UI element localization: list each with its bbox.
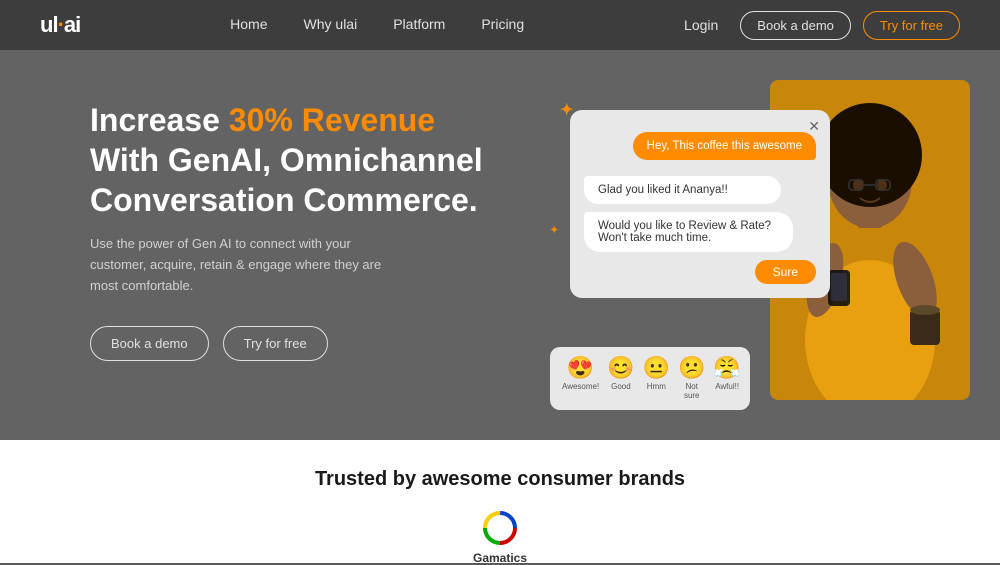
chat-message-2: Glad you liked it Ananya!!: [584, 176, 781, 204]
logo[interactable]: ul·ai: [40, 12, 80, 38]
hero-title-highlight: 30% Revenue: [229, 102, 435, 138]
emoji-awesome-icon: 😍: [567, 357, 594, 379]
gamatics-logo: Gamatics: [473, 509, 527, 565]
hero-book-demo-button[interactable]: Book a demo: [90, 326, 209, 361]
nav-links: Home Why ulai Platform Pricing: [230, 16, 524, 34]
try-free-button[interactable]: Try for free: [863, 11, 960, 40]
emoji-item-good[interactable]: 😊 Good: [607, 357, 634, 400]
navbar: ul·ai Home Why ulai Platform Pricing Log…: [0, 0, 1000, 50]
emoji-hmm-label: Hmm: [647, 382, 666, 391]
nav-actions: Login Book a demo Try for free: [674, 11, 960, 40]
nav-link-pricing[interactable]: Pricing: [481, 16, 524, 32]
hero-try-free-button[interactable]: Try for free: [223, 326, 328, 361]
trusted-title: Trusted by awesome consumer brands: [40, 468, 960, 491]
emoji-good-label: Good: [611, 382, 631, 391]
trusted-section: Trusted by awesome consumer brands Gamat…: [0, 440, 1000, 563]
hero-section: Increase 30% Revenue With GenAI, Omnicha…: [0, 50, 1000, 440]
emoji-item-hmm[interactable]: 😐 Hmm: [643, 357, 670, 400]
book-demo-button[interactable]: Book a demo: [740, 11, 851, 40]
chat-sure-button[interactable]: Sure: [755, 260, 816, 284]
nav-item-whyulai[interactable]: Why ulai: [304, 16, 358, 34]
nav-item-home[interactable]: Home: [230, 16, 267, 34]
hero-title: Increase 30% Revenue With GenAI, Omnicha…: [90, 100, 510, 220]
emoji-awesome-label: Awesome!: [562, 382, 599, 391]
trusted-logos: Gamatics: [40, 509, 960, 565]
emoji-item-awful[interactable]: 😤 Awful!!: [713, 357, 740, 400]
nav-item-pricing[interactable]: Pricing: [481, 16, 524, 34]
close-icon[interactable]: ✕: [808, 118, 820, 135]
emoji-rating-row: 😍 Awesome! 😊 Good 😐 Hmm 😕 Not sure 😤 Awf…: [550, 347, 750, 410]
star-icon-3: ✦: [550, 225, 558, 236]
logo-text: ul·ai: [40, 12, 80, 38]
emoji-notsure-label: Not sure: [678, 382, 705, 400]
hero-buttons: Book a demo Try for free: [90, 326, 510, 361]
emoji-notsure-icon: 😕: [678, 357, 705, 379]
gamatics-ring-icon: [481, 509, 519, 547]
hero-title-prefix: Increase: [90, 102, 229, 138]
nav-link-platform[interactable]: Platform: [393, 16, 445, 32]
hero-left: Increase 30% Revenue With GenAI, Omnicha…: [90, 90, 510, 361]
emoji-item-awesome[interactable]: 😍 Awesome!: [562, 357, 599, 400]
hero-right: ✦ ✦ ✦ ✦ ✕ Hey, This coffee this awesome …: [540, 90, 960, 410]
emoji-good-icon: 😊: [607, 357, 634, 379]
chat-message-1: Hey, This coffee this awesome: [633, 132, 816, 160]
emoji-awful-label: Awful!!: [715, 382, 739, 391]
chat-widget: ✕ Hey, This coffee this awesome Glad you…: [570, 110, 830, 298]
hero-subtitle: Use the power of Gen AI to connect with …: [90, 234, 400, 296]
emoji-awful-icon: 😤: [713, 357, 740, 379]
nav-item-platform[interactable]: Platform: [393, 16, 445, 34]
nav-link-home[interactable]: Home: [230, 16, 267, 32]
login-button[interactable]: Login: [674, 11, 728, 39]
emoji-hmm-icon: 😐: [643, 357, 670, 379]
nav-link-whyulai[interactable]: Why ulai: [304, 16, 358, 32]
emoji-item-notsure[interactable]: 😕 Not sure: [678, 357, 705, 400]
chat-message-3: Would you like to Review & Rate? Won't t…: [584, 212, 793, 252]
